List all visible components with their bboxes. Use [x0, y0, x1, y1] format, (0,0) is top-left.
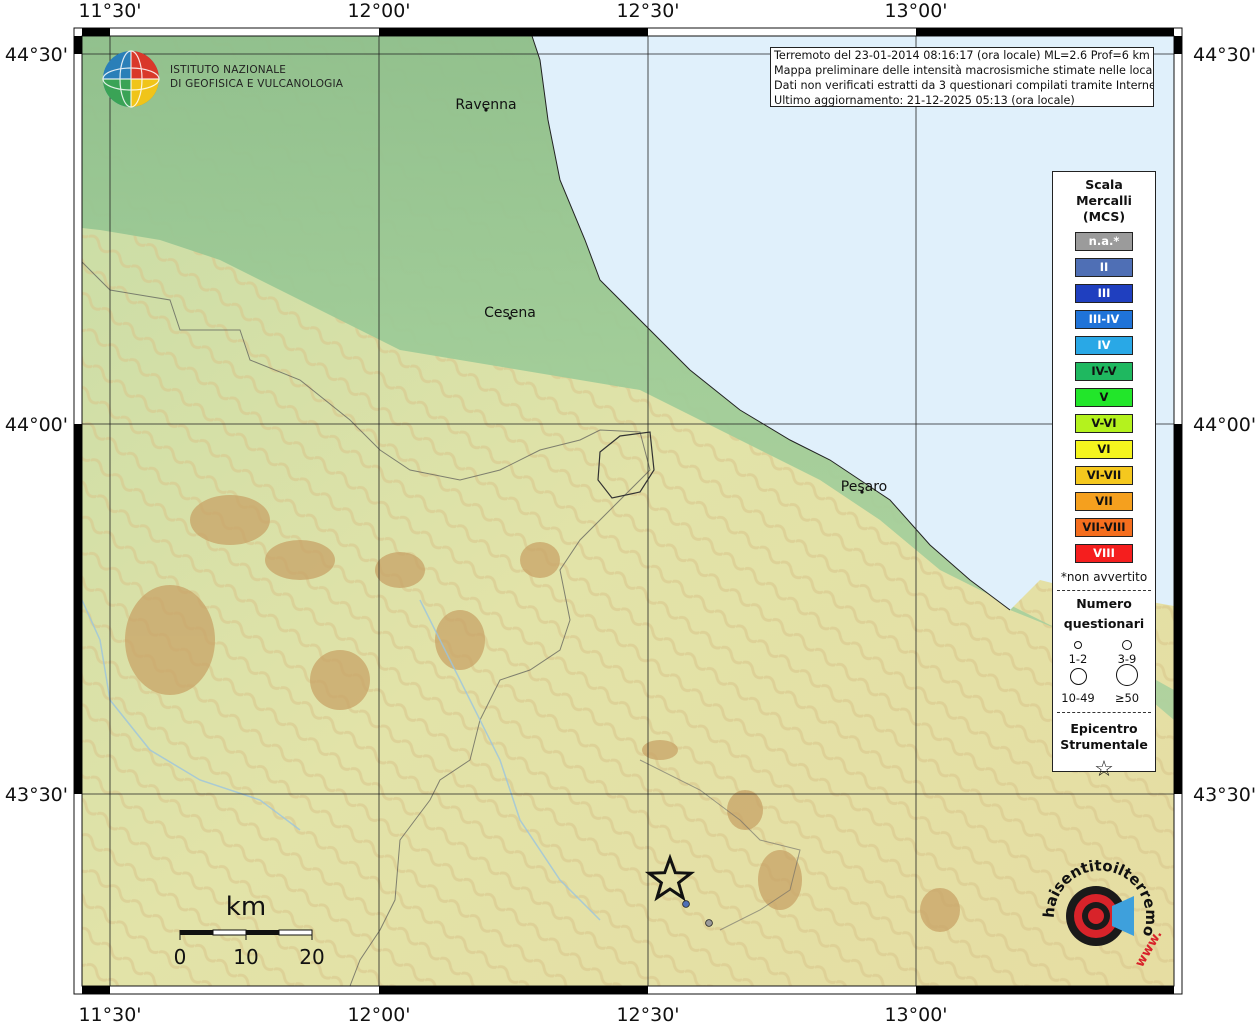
legend-title: Scala Mercalli (MCS) [1053, 177, 1155, 225]
size-label-50-plus: ≥50 [1114, 691, 1140, 705]
lon-label-bottom-1: 11°30' [78, 1004, 141, 1024]
mcs-level-9: VI-VII [1075, 466, 1133, 485]
size-circle-small-icon [1074, 641, 1082, 649]
lat-label-left-3: 43°30' [5, 784, 68, 806]
event-info-line-3: Dati non verificati estratti da 3 questi… [774, 79, 1154, 92]
event-info-line-1: Terremoto del 23-01-2014 08:16:17 (ora l… [774, 49, 1150, 62]
mcs-level-3: III-IV [1075, 310, 1133, 329]
epicenter-title-line-1: Epicentro [1070, 721, 1138, 736]
lat-label-right-2: 44°00' [1193, 414, 1256, 436]
logo-www-text: www. [1132, 928, 1164, 970]
city-pesaro: Pesaro [841, 479, 887, 495]
legend-separator-2 [1057, 712, 1151, 713]
questionnaire-size-legend: 1-2 3-9 10-49 ≥50 [1053, 634, 1155, 706]
event-info-box: Terremoto del 23-01-2014 08:16:17 (ora l… [770, 47, 1154, 107]
mcs-level-5: IV-V [1075, 362, 1133, 381]
ingv-logo-icon [102, 50, 160, 108]
haisentito-logo-icon[interactable]: haisentitoilterremoto.it www. [1034, 848, 1164, 980]
lat-label-right-3: 43°30' [1193, 784, 1256, 806]
institute-line-1: ISTITUTO NAZIONALE [170, 64, 287, 76]
lat-label-right-1: 44°30' [1193, 44, 1256, 66]
lon-label-top-2: 12°00' [347, 0, 410, 22]
observation-point-intensity-ii[interactable] [682, 900, 690, 908]
institute-name: ISTITUTO NAZIONALE DI GEOFISICA E VULCAN… [170, 63, 343, 91]
legend-panel: Scala Mercalli (MCS) n.a.* II III III-IV IV I… [1052, 171, 1156, 781]
size-label-10-49: 10-49 [1061, 691, 1095, 705]
questionnaires-title: Numero questionari [1053, 594, 1155, 634]
mcs-level-10: VII [1075, 492, 1133, 511]
questionnaires-title-line-1: Numero [1076, 596, 1132, 611]
mcs-level-2: III [1075, 284, 1133, 303]
lon-label-top-1: 11°30' [78, 0, 141, 22]
institute-line-2: DI GEOFISICA E VULCANOLOGIA [170, 78, 344, 90]
scale-bar-unit: km [226, 892, 266, 922]
mcs-level-11: VII-VIII [1075, 518, 1133, 537]
scale-label-10: 10 [233, 945, 258, 969]
size-circle-medium-icon [1122, 640, 1132, 650]
lat-label-left-1: 44°30' [5, 44, 68, 66]
size-label-1-2: 1-2 [1068, 652, 1088, 666]
scale-label-0: 0 [174, 945, 187, 969]
lon-label-top-4: 13°00' [884, 0, 947, 22]
event-info-line-2: Mappa preliminare delle intensità macros… [774, 64, 1154, 77]
mcs-scale-list: n.a.* II III III-IV IV IV-V V V-VI VI VI-VII VII VI… [1053, 232, 1155, 563]
mcs-level-8: VI [1075, 440, 1133, 459]
legend-title-line-3: (MCS) [1082, 209, 1126, 224]
legend-separator [1057, 590, 1151, 591]
legend-note: *non avvertito [1060, 570, 1148, 584]
lon-label-bottom-4: 13°00' [884, 1004, 947, 1024]
scale-label-20: 20 [299, 945, 324, 969]
city-cesena: Cesena [484, 305, 536, 321]
mcs-level-7: V-VI [1075, 414, 1133, 433]
epicenter-legend-star-icon: ☆ [1094, 757, 1114, 782]
event-info-line-4: Ultimo aggiornamento: 21-12-2025 05:13 (… [774, 94, 1075, 107]
legend-title-line-1: Scala [1085, 177, 1123, 192]
mcs-level-6: V [1075, 388, 1133, 407]
lat-label-left-2: 44°00' [5, 414, 68, 436]
city-ravenna: Ravenna [455, 97, 516, 113]
mcs-level-4: IV [1075, 336, 1133, 355]
epicenter-title: Epicentro Strumentale [1053, 721, 1155, 753]
mcs-level-1: II [1075, 258, 1133, 277]
legend-title-line-2: Mercalli [1076, 193, 1132, 208]
lon-label-bottom-3: 12°30' [616, 1004, 679, 1024]
mcs-level-12: VIII [1075, 544, 1133, 563]
lon-label-top-3: 12°30' [616, 0, 679, 22]
size-circle-xlarge-icon [1116, 664, 1138, 686]
questionnaires-title-line-2: questionari [1063, 616, 1145, 631]
lon-label-bottom-2: 12°00' [347, 1004, 410, 1024]
observation-point-not-felt[interactable] [705, 919, 713, 927]
size-circle-large-icon [1070, 668, 1087, 685]
mcs-level-0: n.a.* [1075, 232, 1133, 251]
epicenter-title-line-2: Strumentale [1060, 737, 1148, 752]
